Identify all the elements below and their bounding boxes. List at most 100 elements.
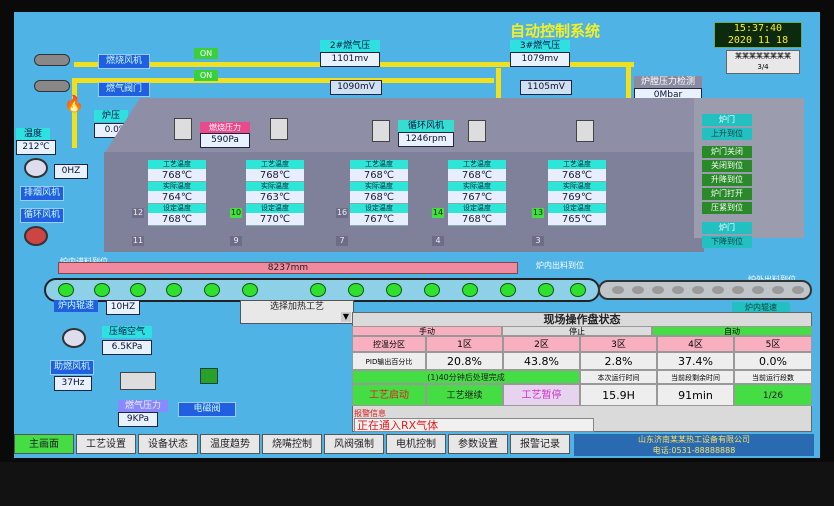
pressure-value: 6.5KPa	[102, 340, 152, 355]
right-panel-item[interactable]: 炉门打开	[702, 188, 752, 200]
burner-pressure: 燃烧压力 590Pa	[200, 122, 250, 148]
outer-roller	[752, 286, 764, 294]
burner-icon	[270, 118, 288, 140]
roller	[424, 283, 440, 297]
fire-label: 炉压	[94, 110, 128, 122]
right-panel-item[interactable]: 炉门	[702, 114, 752, 126]
mode-manual[interactable]: 手动	[352, 326, 502, 336]
right-panel-item[interactable]: 升降到位	[702, 174, 752, 186]
zone-number: 16	[336, 208, 348, 218]
tab-device-status[interactable]: 设备状态	[138, 434, 198, 454]
zone-label: 工艺温度	[548, 160, 606, 169]
chevron-down-icon[interactable]: ▼	[341, 312, 351, 322]
flame-icon: 🔥	[64, 94, 84, 113]
fan-icon[interactable]	[24, 226, 48, 246]
gauge-3-label: 3#燃气压	[510, 40, 570, 52]
warn-text: (1)40分钟后处理完成	[352, 370, 580, 384]
valve-on-2[interactable]: ON	[194, 70, 218, 81]
right-panel-item[interactable]: 上升到位	[702, 128, 752, 140]
tab-process[interactable]: 工艺设置	[76, 434, 136, 454]
exhaust-fan[interactable]: 排烟风机	[20, 186, 64, 201]
tab-burner[interactable]: 烧嘴控制	[262, 434, 322, 454]
valve-icon[interactable]	[34, 54, 70, 66]
process-continue-button[interactable]: 工艺继续	[426, 384, 503, 406]
right-panel-item[interactable]: 压紧到位	[702, 202, 752, 214]
outer-roller	[652, 286, 664, 294]
outer-roller	[792, 286, 804, 294]
roller	[462, 283, 478, 297]
zone-number: 4	[432, 236, 444, 246]
zone-3-temps: 工艺温度 768℃ 实际温度 768℃ 设定温度 767℃	[350, 160, 408, 226]
zone-temp: 768℃	[448, 213, 506, 226]
zone-col: 4区	[657, 336, 734, 352]
burner-fan-b[interactable]: 燃气阀门	[98, 82, 150, 97]
circ-fan-label: 循环风机	[398, 120, 454, 132]
position-bar: 8237mm	[58, 262, 518, 274]
furnace-pressure-label: 炉膛压力检测	[634, 76, 702, 88]
circulation-fan[interactable]: 循环风机	[20, 208, 64, 223]
gas-pressure-label: 燃气压力	[118, 400, 168, 412]
burner-icon	[174, 118, 192, 140]
right-panel-item[interactable]: 炉门关闭	[702, 146, 752, 158]
fan-icon[interactable]	[24, 158, 48, 178]
zone-temp: 768℃	[148, 169, 206, 182]
roller	[500, 283, 516, 297]
zone-temp: 767℃	[448, 191, 506, 204]
right-panel-item[interactable]: 炉门	[702, 222, 752, 234]
process-pause-button[interactable]: 工艺暂停	[503, 384, 580, 406]
mode-stop[interactable]: 停止	[502, 326, 652, 336]
zone-col: 5区	[734, 336, 812, 352]
pump-icon[interactable]	[62, 328, 86, 348]
zone-temp: 769℃	[548, 191, 606, 204]
tab-temp-trend[interactable]: 温度趋势	[200, 434, 260, 454]
right-panel-item[interactable]: 下降到位	[702, 236, 752, 248]
right-panel-item[interactable]: 关闭到位	[702, 160, 752, 172]
gauge-3-value: 1079mv	[510, 52, 570, 67]
conveyor-out-label: 炉内出料到位	[536, 261, 584, 270]
heating-process-select[interactable]: 选择加热工艺 ▼	[240, 300, 354, 324]
run-time: 15.9H	[580, 384, 657, 406]
roller	[204, 283, 220, 297]
clock-date: 2020 11 18	[727, 35, 789, 46]
tab-alarm-log[interactable]: 报警记录	[510, 434, 570, 454]
burner-icon	[576, 120, 594, 142]
outer-roller	[692, 286, 704, 294]
burner-icon	[372, 120, 390, 142]
outer-roller	[712, 286, 724, 294]
time-header-2: 当前段剩余时间	[657, 370, 734, 384]
zone-label: 实际温度	[448, 182, 506, 191]
temp-label: 温度	[16, 128, 50, 140]
zone-number: 12	[132, 208, 144, 218]
burner-fan-a[interactable]: 燃烧风机	[98, 54, 150, 69]
tab-motor[interactable]: 电机控制	[386, 434, 446, 454]
valve-icon[interactable]	[34, 80, 70, 92]
outer-roller	[772, 286, 784, 294]
tab-params[interactable]: 参数设置	[448, 434, 508, 454]
mode-auto[interactable]: 自动	[652, 326, 812, 336]
solenoid-valve-button[interactable]: 电磁阀	[178, 402, 236, 417]
motor-label[interactable]: 助燃风机	[50, 360, 94, 375]
company-name: 山东济南某某热工设备有限公司	[638, 435, 750, 444]
burner-pressure-value: 590Pa	[200, 133, 250, 148]
tab-main[interactable]: 主画面	[14, 434, 74, 454]
zone-5-temps: 工艺温度 768℃ 实际温度 769℃ 设定温度 765℃	[548, 160, 606, 226]
status-message: 正在通入RX气体	[354, 418, 594, 432]
process-start-button[interactable]: 工艺启动	[352, 384, 426, 406]
roller	[58, 283, 74, 297]
gauge-2: 2#燃气压 1101mv	[320, 40, 380, 67]
zone-number: 13	[532, 208, 544, 218]
zone-col: 2区	[503, 336, 580, 352]
zone-label: 实际温度	[350, 182, 408, 191]
freq-value: 0HZ	[54, 164, 88, 179]
tab-damper[interactable]: 风阀强制	[324, 434, 384, 454]
zone-number: 9	[230, 236, 242, 246]
roller	[130, 283, 146, 297]
pid-row-label: PID输出百分比	[352, 352, 426, 370]
speed-label: 炉内辊速	[54, 300, 98, 312]
roller	[570, 283, 586, 297]
zone-temp: 768℃	[246, 169, 304, 182]
valve-on-1[interactable]: ON	[194, 48, 218, 59]
gauge-3: 3#燃气压 1079mv	[510, 40, 570, 67]
outer-roller	[632, 286, 644, 294]
roller	[166, 283, 182, 297]
